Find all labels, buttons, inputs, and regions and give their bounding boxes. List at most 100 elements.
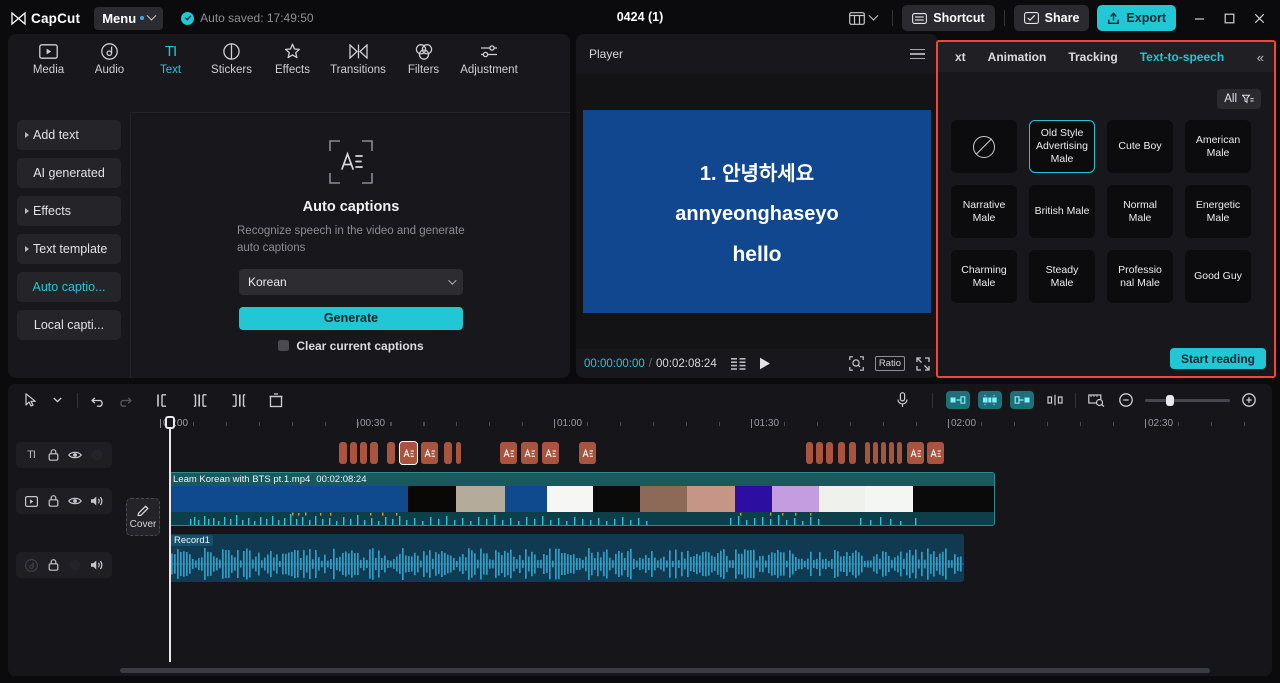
- start-reading-button[interactable]: Start reading: [1169, 348, 1266, 369]
- menu-button[interactable]: Menu: [94, 6, 164, 30]
- sidebar-item-add-text[interactable]: Add text: [17, 120, 121, 150]
- generate-button[interactable]: Generate: [239, 306, 463, 330]
- tab-text-to-speech[interactable]: Text-to-speech: [1129, 50, 1235, 64]
- tab-media[interactable]: Media: [18, 42, 79, 80]
- text-clip[interactable]: [360, 442, 367, 464]
- zoom-out-icon[interactable]: [1113, 388, 1139, 412]
- text-clip[interactable]: [897, 442, 902, 464]
- tab-animation[interactable]: Animation: [977, 50, 1058, 64]
- audio-clip[interactable]: Record1: [169, 534, 964, 582]
- playhead-handle[interactable]: [164, 416, 175, 429]
- sidebar-item-effects[interactable]: Effects: [17, 196, 121, 226]
- trim-right-icon[interactable]: [225, 388, 251, 412]
- volume-icon[interactable]: [86, 554, 108, 576]
- tab-text-truncated[interactable]: xt: [944, 50, 977, 64]
- text-clip[interactable]: [889, 442, 894, 464]
- text-clip[interactable]: [881, 442, 886, 464]
- text-clip[interactable]: [927, 442, 944, 464]
- tab-stickers[interactable]: Stickers: [201, 42, 262, 80]
- text-clip[interactable]: [826, 442, 833, 464]
- shortcut-button[interactable]: Shortcut: [902, 5, 995, 31]
- text-clip[interactable]: [806, 442, 813, 464]
- share-button[interactable]: Share: [1013, 5, 1090, 31]
- microphone-icon[interactable]: [889, 388, 915, 412]
- timeline-ruler[interactable]: 00:00 00:30 01:00 01:30 02:00 02:30: [8, 416, 1272, 438]
- text-clip-selected[interactable]: [399, 441, 418, 465]
- keyframe-icon[interactable]: [1042, 388, 1068, 412]
- close-button[interactable]: [1244, 4, 1274, 32]
- lock-icon[interactable]: [42, 444, 64, 466]
- ratio-button[interactable]: Ratio: [874, 356, 905, 371]
- player-menu-icon[interactable]: [910, 48, 925, 60]
- voice-option-steady-male[interactable]: Steady Male: [1029, 250, 1095, 303]
- mirror-left-icon[interactable]: [946, 391, 970, 409]
- layout-button[interactable]: [843, 8, 883, 29]
- select-arrow-icon[interactable]: [18, 388, 44, 412]
- lock-icon[interactable]: [42, 554, 64, 576]
- sidebar-item-auto-captions[interactable]: Auto captio...: [17, 272, 121, 302]
- magnifier-icon[interactable]: [849, 356, 864, 371]
- chevron-down-icon[interactable]: [44, 388, 70, 412]
- text-clip[interactable]: [521, 442, 538, 464]
- tab-tracking[interactable]: Tracking: [1057, 50, 1128, 64]
- text-clip[interactable]: [838, 442, 845, 464]
- redo-icon[interactable]: [111, 388, 137, 412]
- voice-option-none[interactable]: [951, 120, 1017, 173]
- volume-icon[interactable]: [86, 490, 108, 512]
- delete-icon[interactable]: [263, 388, 289, 412]
- voice-option-narrative-male[interactable]: Narrative Male: [951, 185, 1017, 238]
- sidebar-item-text-template[interactable]: Text template: [17, 234, 121, 264]
- language-select[interactable]: Korean: [239, 268, 463, 295]
- maximize-button[interactable]: [1214, 4, 1244, 32]
- voice-option-professional-male[interactable]: Professio nal Male: [1107, 250, 1173, 303]
- voice-option-energetic-male[interactable]: Energetic Male: [1185, 185, 1251, 238]
- zoom-in-icon[interactable]: [1236, 388, 1262, 412]
- text-clip[interactable]: [370, 442, 378, 464]
- text-clip[interactable]: [500, 442, 517, 464]
- eye-icon[interactable]: [64, 490, 86, 512]
- voice-option-cute-boy[interactable]: Cute Boy: [1107, 120, 1173, 173]
- tab-audio[interactable]: Audio: [79, 42, 140, 80]
- zoom-slider-handle[interactable]: [1166, 394, 1174, 406]
- tab-filters[interactable]: Filters: [393, 42, 454, 80]
- playhead[interactable]: [164, 416, 175, 662]
- freeze-icon[interactable]: [978, 391, 1002, 409]
- play-icon[interactable]: [759, 357, 771, 370]
- zoom-slider[interactable]: [1145, 394, 1230, 406]
- text-clip[interactable]: [849, 442, 856, 464]
- tab-text[interactable]: TI Text: [140, 42, 201, 80]
- tab-adjustment[interactable]: Adjustment: [454, 42, 524, 80]
- export-button[interactable]: Export: [1097, 5, 1176, 31]
- cover-button[interactable]: Cover: [126, 498, 160, 536]
- tab-effects[interactable]: Effects: [262, 42, 323, 80]
- trim-left-icon[interactable]: [187, 388, 213, 412]
- text-clip[interactable]: [579, 442, 596, 464]
- crop-preview-icon[interactable]: [1083, 388, 1109, 412]
- text-clip[interactable]: [456, 442, 461, 464]
- text-clip[interactable]: [873, 442, 878, 464]
- voice-option-normal-male[interactable]: Normal Male: [1107, 185, 1173, 238]
- tab-transitions[interactable]: Transitions: [323, 42, 393, 80]
- voice-option-charming-male[interactable]: Charming Male: [951, 250, 1017, 303]
- voice-filter-button[interactable]: All: [1217, 89, 1261, 109]
- text-clip[interactable]: [339, 442, 347, 464]
- voice-option-british-male[interactable]: British Male: [1029, 185, 1095, 238]
- text-clip[interactable]: [387, 442, 395, 464]
- timeline-horizontal-scrollbar[interactable]: [120, 668, 1210, 673]
- text-clip[interactable]: [542, 442, 559, 464]
- text-clip[interactable]: [865, 442, 870, 464]
- text-clip[interactable]: [444, 442, 452, 464]
- clear-current-captions-checkbox[interactable]: Clear current captions: [278, 339, 424, 353]
- frames-icon[interactable]: [730, 357, 747, 370]
- undo-icon[interactable]: [85, 388, 111, 412]
- split-icon[interactable]: [149, 388, 175, 412]
- voice-option-good-guy[interactable]: Good Guy: [1185, 250, 1251, 303]
- minimize-button[interactable]: [1184, 4, 1214, 32]
- lock-icon[interactable]: [42, 490, 64, 512]
- text-clip[interactable]: [421, 442, 438, 464]
- collapse-icon[interactable]: «: [1257, 50, 1274, 65]
- video-canvas[interactable]: 1. 안녕하세요 annyeonghaseyo hello: [583, 110, 931, 313]
- sidebar-item-ai-generated[interactable]: AI generated: [17, 158, 121, 188]
- sidebar-item-local-captions[interactable]: Local capti...: [17, 310, 121, 340]
- text-clip[interactable]: [350, 442, 357, 464]
